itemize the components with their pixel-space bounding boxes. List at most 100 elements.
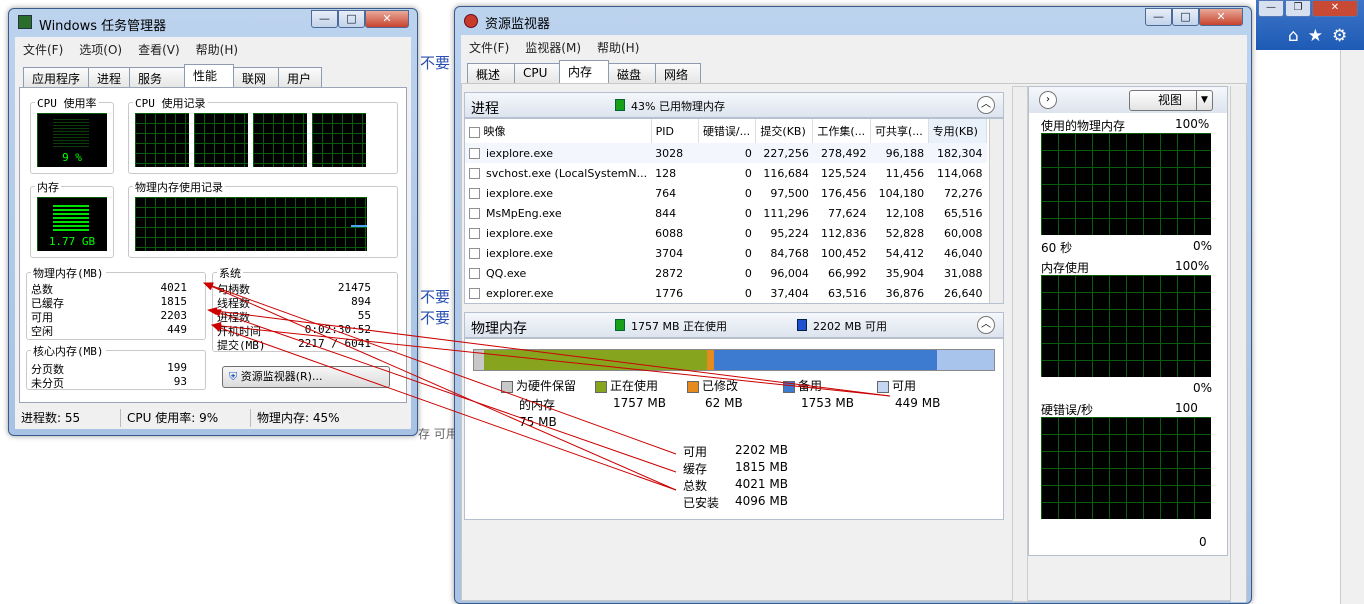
minimize-button[interactable]: — xyxy=(311,10,338,28)
maximize-button[interactable]: □ xyxy=(1172,8,1199,26)
graph-title: 内存使用 xyxy=(1041,261,1090,275)
legend-value: 1753 MB xyxy=(801,396,854,410)
row-checkbox[interactable] xyxy=(469,228,480,239)
graph-pane: › 视图 ▼ 使用的物理内存 100% 60 秒 0% 内存使用 100% 0% 硬错误/秒 1… xyxy=(1028,86,1228,556)
select-all-checkbox[interactable] xyxy=(469,126,480,138)
task-manager-app-icon xyxy=(18,15,32,29)
close-button[interactable]: ✕ xyxy=(365,10,409,28)
table-row[interactable]: MsMpEng.exe 844 0 111,296 77,624 12,108 65,516 xyxy=(465,203,987,223)
bg-minimize-button[interactable]: — xyxy=(1258,0,1284,17)
stat-value: 2217 / 6041 xyxy=(298,337,371,350)
menu-file[interactable]: 文件(F) xyxy=(23,41,63,58)
bg-restore-button[interactable]: ❐ xyxy=(1285,0,1311,17)
memory-label: 内存 xyxy=(35,179,61,195)
table-cell: 1776 xyxy=(655,286,684,300)
row-checkbox[interactable] xyxy=(469,188,480,199)
physical-memory-section-header[interactable]: 物理内存 1757 MB 正在使用 2202 MB 可用 ︿ xyxy=(464,312,1004,338)
menu-help[interactable]: 帮助(H) xyxy=(196,41,238,58)
table-row[interactable]: iexplore.exe 3704 0 84,768 100,452 54,412 46,0… xyxy=(465,243,987,263)
resource-monitor-button[interactable]: ⛨ 资源监视器(R)... xyxy=(222,366,390,388)
collapse-icon[interactable]: ︿ xyxy=(977,96,995,114)
menu-options[interactable]: 选项(O) xyxy=(79,41,122,58)
tab-services[interactable]: 服务 xyxy=(129,67,186,87)
legend-swatch xyxy=(783,380,795,393)
row-checkbox[interactable] xyxy=(469,148,480,159)
col-shareable[interactable]: 可共享(... xyxy=(870,119,929,143)
legend-swatch xyxy=(501,380,513,393)
menu-view[interactable]: 查看(V) xyxy=(138,41,180,58)
tab-network[interactable]: 网络 xyxy=(655,63,701,83)
shield-icon: ⛨ xyxy=(229,370,238,383)
browser-icons[interactable]: ⌂★⚙ xyxy=(1288,26,1356,46)
minimize-button[interactable]: — xyxy=(1145,8,1172,26)
row-checkbox[interactable] xyxy=(469,288,480,299)
tab-memory[interactable]: 内存 xyxy=(559,60,609,83)
process-name-cell: iexplore.exe xyxy=(465,183,651,203)
col-pid[interactable]: PID xyxy=(651,119,699,143)
table-row[interactable]: explorer.exe 1776 0 37,404 63,516 36,876 26,64… xyxy=(465,283,987,303)
performance-panel: CPU 使用率 9 % CPU 使用记录 内存 1.77 GB 物理内存使用记录… xyxy=(19,87,407,403)
tab-processes[interactable]: 进程 xyxy=(88,67,131,87)
row-checkbox[interactable] xyxy=(469,168,480,179)
gear-icon[interactable]: ⚙ xyxy=(1332,26,1356,46)
table-row[interactable]: iexplore.exe 6088 0 95,224 112,836 52,828 60,0… xyxy=(465,223,987,243)
row-checkbox[interactable] xyxy=(469,268,480,279)
expand-icon[interactable]: › xyxy=(1039,91,1057,109)
process-table-scrollbar[interactable] xyxy=(989,119,1003,303)
available-icon xyxy=(797,319,807,331)
view-dropdown[interactable]: 视图 ▼ xyxy=(1129,90,1213,111)
cpu-core-graph xyxy=(194,113,248,167)
cpu-usage-meter: 9 % xyxy=(37,113,107,167)
pane-scrollbar[interactable] xyxy=(1230,86,1246,602)
bg-close-button[interactable]: ✕ xyxy=(1312,0,1358,17)
table-row[interactable]: svchost.exe (LocalSystemN... 128 0 116,684 1… xyxy=(465,163,987,183)
col-image[interactable]: 映像 xyxy=(484,125,506,138)
process-name-cell: iexplore.exe xyxy=(465,243,651,263)
table-row[interactable]: iexplore.exe 3028 0 227,256 278,492 96,188 182… xyxy=(465,143,987,163)
tab-cpu[interactable]: CPU xyxy=(514,63,560,83)
row-checkbox[interactable] xyxy=(469,208,480,219)
close-button[interactable]: ✕ xyxy=(1199,8,1243,26)
system-label: 系统 xyxy=(217,265,243,281)
maximize-button[interactable]: □ xyxy=(338,10,365,28)
col-working-set[interactable]: 工作集(... xyxy=(812,119,871,143)
legend-item: 备用 1753 MB xyxy=(783,377,854,410)
home-icon[interactable]: ⌂ xyxy=(1288,26,1308,46)
tab-disk[interactable]: 磁盘 xyxy=(608,63,656,83)
stat-value: 93 xyxy=(173,375,187,388)
table-header: 映像 PID 硬错误/... 提交(KB) 工作集(... 可共享(... 专用… xyxy=(465,119,988,143)
chevron-down-icon: ▼ xyxy=(1196,91,1212,110)
star-icon[interactable]: ★ xyxy=(1308,26,1332,46)
table-cell: 112,836 xyxy=(820,226,867,240)
table-row[interactable]: QQ.exe 2872 0 96,004 66,992 35,904 31,088 xyxy=(465,263,987,283)
memory-bar-segment-in_use xyxy=(483,350,707,370)
cpu-usage-box: CPU 使用率 9 % xyxy=(30,95,114,174)
table-row[interactable]: iexplore.exe 764 0 97,500 176,456 104,180 72,2… xyxy=(465,183,987,203)
memory-bar-segment-modified xyxy=(706,350,715,370)
menu-monitor[interactable]: 监视器(M) xyxy=(525,39,581,56)
table-cell: 0 xyxy=(744,286,752,300)
table-cell: 116,684 xyxy=(763,166,809,180)
col-hard-faults[interactable]: 硬错误/... xyxy=(698,119,757,143)
table-cell: 77,624 xyxy=(827,206,867,220)
tab-users[interactable]: 用户 xyxy=(278,67,323,87)
table-cell: 84,768 xyxy=(770,246,809,260)
tab-overview[interactable]: 概述 xyxy=(467,63,515,83)
processes-section-header[interactable]: 进程 43% 已用物理内存 ︿ xyxy=(464,92,1004,118)
table-cell: 0 xyxy=(744,266,752,280)
collapse-icon[interactable]: ︿ xyxy=(977,316,995,334)
menu-help[interactable]: 帮助(H) xyxy=(597,39,639,56)
col-private[interactable]: 专用(KB) xyxy=(928,119,988,143)
tab-networking[interactable]: 联网 xyxy=(233,67,280,87)
memory-legend: 为硬件保留 的内存 75 MB 正在使用 1757 MB 已修改 62 MB 备用 1753 M… xyxy=(501,377,981,429)
table-cell: 46,040 xyxy=(944,246,983,260)
tab-performance[interactable]: 性能 xyxy=(184,64,235,87)
menu-file[interactable]: 文件(F) xyxy=(469,39,509,56)
row-checkbox[interactable] xyxy=(469,248,480,259)
bg-scrollbar[interactable] xyxy=(1340,50,1364,604)
process-name-cell: iexplore.exe xyxy=(465,223,651,243)
splitter[interactable] xyxy=(1012,86,1028,602)
col-commit[interactable]: 提交(KB) xyxy=(755,119,814,143)
status-process-count: 进程数: 55 xyxy=(15,409,121,427)
tab-applications[interactable]: 应用程序 xyxy=(23,67,90,87)
